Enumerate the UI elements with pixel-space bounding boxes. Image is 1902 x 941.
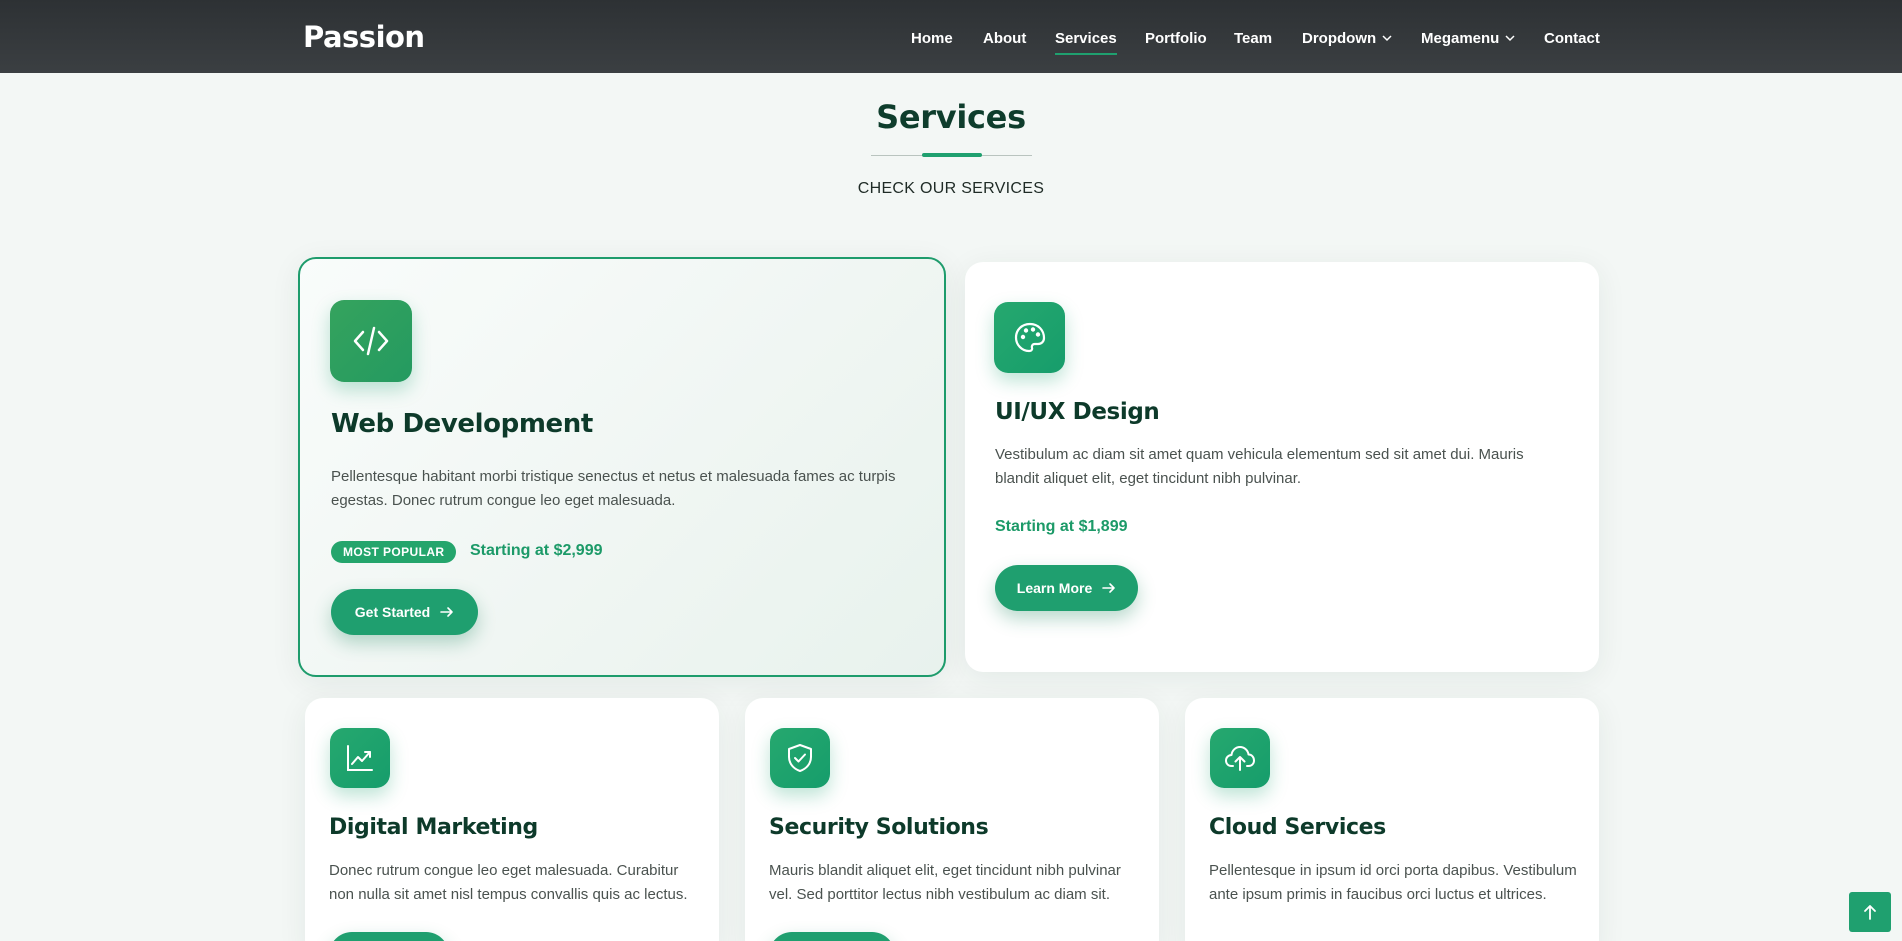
get-started-button[interactable]: Get Started [331,589,478,635]
service-icon-box [770,728,830,788]
nav-item-megamenu[interactable]: Megamenu [1421,28,1516,48]
card-button[interactable] [769,932,895,941]
back-to-top-button[interactable] [1849,892,1891,932]
service-card-web-development: Web Development Pellentesque habitant mo… [298,257,946,677]
title-accent-bar [922,153,982,157]
service-icon-box [1210,728,1270,788]
shield-check-icon [788,744,812,772]
service-icon-box [330,728,390,788]
price-text: Starting at $1,899 [995,518,1128,535]
section-title: Services [876,98,1026,136]
nav-item-dropdown[interactable]: Dropdown [1302,28,1393,48]
chevron-down-icon [1505,35,1515,42]
code-icon [353,326,389,356]
nav-item-contact[interactable]: Contact [1544,28,1600,48]
chevron-down-icon [1382,35,1392,42]
service-card-security-solutions: Security Solutions Mauris blandit alique… [745,698,1159,941]
learn-more-button[interactable]: Learn More [995,565,1138,611]
card-title: UI/UX Design [995,399,1160,425]
arrow-right-icon [440,607,454,617]
button-label: Get Started [354,604,431,620]
arrow-right-icon [1102,583,1116,593]
nav-item-portfolio[interactable]: Portfolio [1145,28,1207,48]
nav-item-team[interactable]: Team [1234,28,1272,48]
nav-item-about[interactable]: About [983,28,1026,48]
price-text: Starting at $2,999 [470,542,603,559]
palette-icon [1014,322,1045,352]
service-icon-box [330,300,412,382]
nav-item-label: Megamenu [1421,29,1500,47]
section-subtitle: CHECK OUR SERVICES [857,180,1045,197]
service-card-digital-marketing: Digital Marketing Donec rutrum congue le… [305,698,719,941]
service-card-cloud-services: Cloud Services Pellentesque in ipsum id … [1185,698,1599,941]
nav-item-label: Contact [1544,29,1600,47]
service-icon-box [994,302,1065,373]
card-description: Pellentesque in ipsum id orci porta dapi… [1209,862,1577,903]
card-description: Donec rutrum congue leo eget malesuada. … [329,862,688,903]
card-description: Pellentesque habitant morbi tristique se… [331,468,896,509]
nav-item-label: Dropdown [1302,29,1377,47]
card-button[interactable] [329,932,449,941]
card-title: Web Development [331,409,593,439]
card-description: Vestibulum ac diam sit amet quam vehicul… [995,446,1524,487]
site-logo[interactable]: Passion [303,20,425,54]
service-card-ui-ux-design: UI/UX Design Vestibulum ac diam sit amet… [965,262,1599,672]
most-popular-badge: MOST POPULAR [331,541,457,563]
chart-line-icon [347,745,373,771]
nav-item-home[interactable]: Home [911,28,953,48]
nav-item-label: Team [1234,29,1273,47]
cloud-upload-icon [1225,746,1255,771]
arrow-up-icon [1864,905,1876,920]
nav-item-label: Services [1055,29,1117,47]
nav-item-label: Home [911,29,953,47]
button-label: Learn More [1016,580,1093,596]
card-title: Digital Marketing [329,815,538,840]
card-title: Cloud Services [1209,815,1386,840]
nav-item-label: About [983,29,1027,47]
card-description: Mauris blandit aliquet elit, eget tincid… [769,862,1121,903]
nav-item-label: Portfolio [1145,29,1207,47]
nav-item-services[interactable]: Services [1055,28,1117,55]
site-header: Passion Home About Services Portfolio Te… [0,0,1902,73]
card-title: Security Solutions [769,815,989,840]
